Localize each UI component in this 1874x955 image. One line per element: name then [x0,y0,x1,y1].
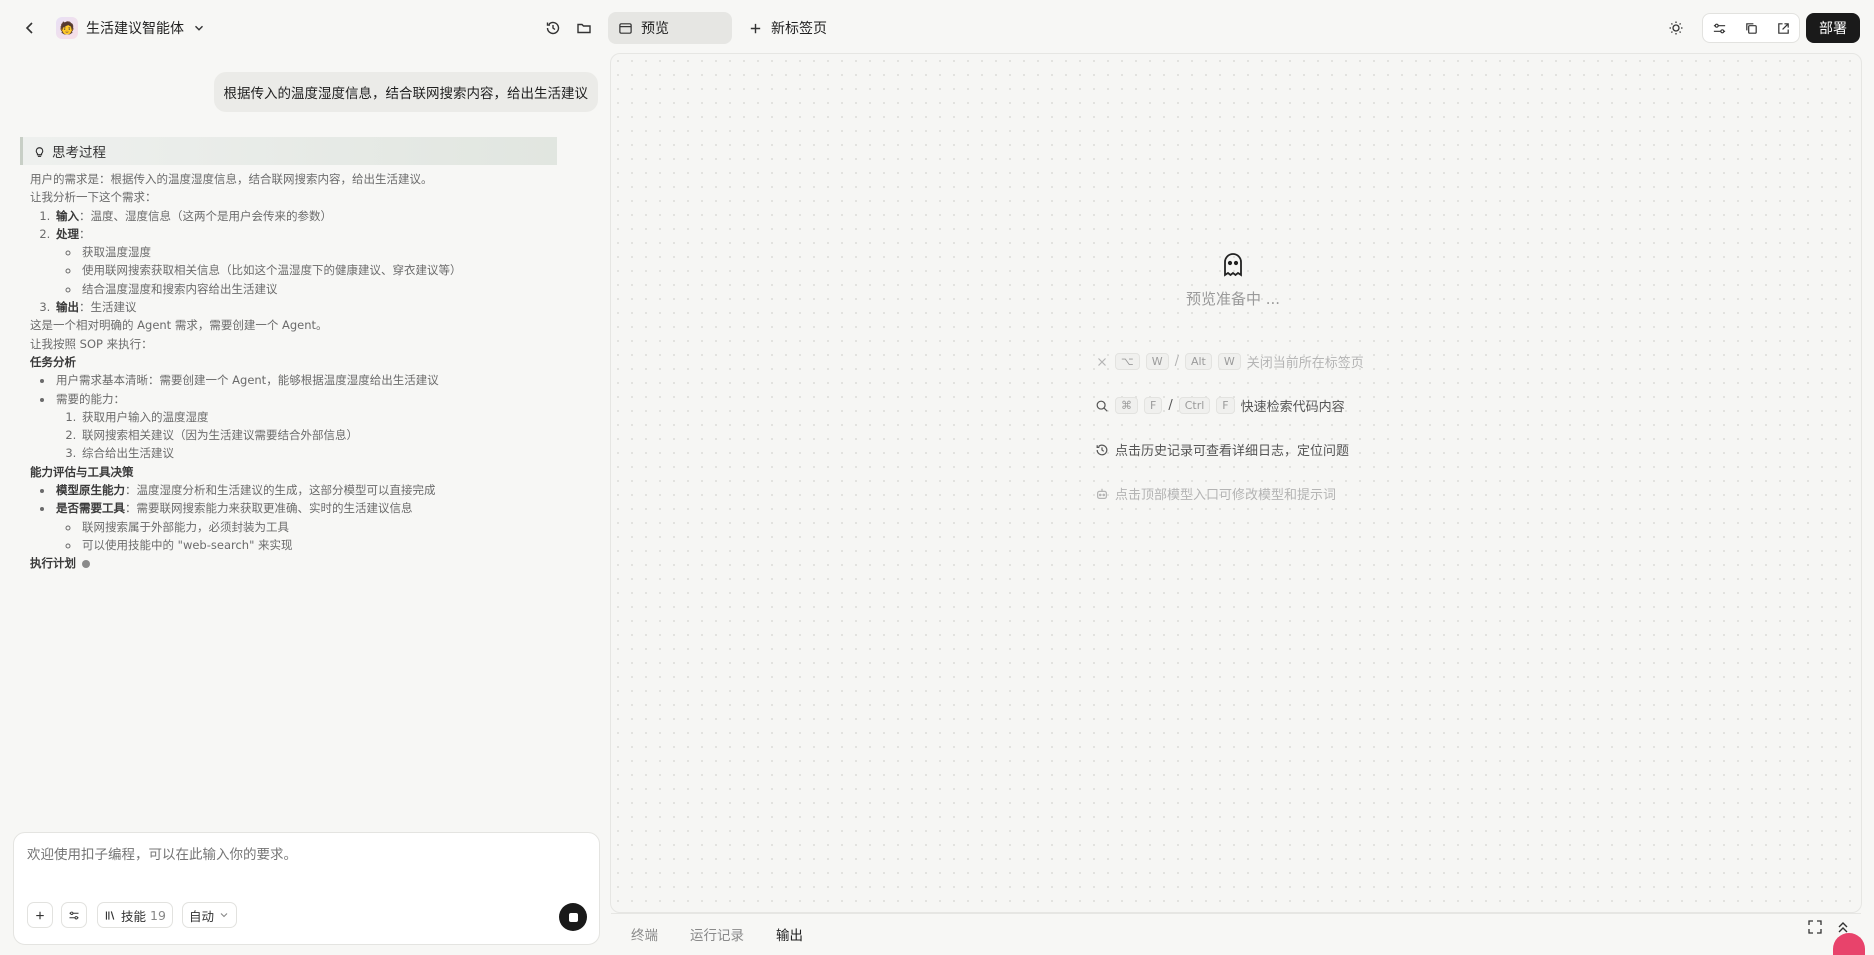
tab-output[interactable]: 输出 [776,924,803,944]
requirement-list: 输入：温度、湿度信息（这两个是用户会传来的参数） 处理： 获取温度湿度 使用联网… [30,207,570,317]
preview-status: 预览准备中 ... [1186,290,1281,308]
hint-text: 快速检索代码内容 [1240,400,1345,415]
folder-icon[interactable] [574,18,594,38]
copy-icon[interactable] [1744,21,1759,36]
list-item: 输入：温度、湿度信息（这两个是用户会传来的参数） [54,207,570,225]
loading-dot [82,559,90,568]
tab-preview-label: 预览 [641,21,669,37]
new-tab-button[interactable]: 新标签页 [748,12,827,44]
hint-text: 点击历史记录可查看详细日志，定位问题 [1115,444,1350,459]
thinking-header[interactable]: 思考过程 [20,137,557,165]
add-attachment-button[interactable] [27,902,53,928]
chevron-down-icon [220,913,228,918]
history-icon [1096,444,1108,455]
back-icon[interactable] [20,18,40,38]
stop-button[interactable] [559,903,587,931]
bottom-tabs: 终端 运行记录 输出 [611,913,1861,953]
chat-panel: 根据传入的温度湿度信息，结合联网搜索内容，给出生活建议 思考过程 用户的需求是：… [0,56,608,955]
lightbulb-icon [35,146,44,157]
list-item: 用户需求基本清晰：需要创建一个 Agent，能够根据温度湿度给出生活建议 [54,371,570,389]
mode-label: 自动 [189,908,215,924]
top-bar: 🧑 生活建议智能体 预览 新标签页 部署 [0,0,1874,56]
list-item: 综合给出生活建议 [80,444,570,462]
section-heading: 执行计划 [30,554,570,572]
ghost-icon [1224,253,1242,277]
robot-icon [1097,488,1107,499]
settings-sliders-icon[interactable] [1712,21,1727,36]
list-item: 联网搜索属于外部能力，必须封装为工具 [80,518,570,536]
chevron-down-icon [195,25,203,31]
app-name: 生活建议智能体 [86,21,184,37]
tab-run-records[interactable]: 运行记录 [690,924,744,944]
library-icon [105,910,115,920]
app-avatar-icon: 🧑 [56,17,78,39]
tab-preview[interactable]: 预览 [608,12,732,44]
list-item: 联网搜索相关建议（因为生活建议需要结合外部信息） [80,426,570,444]
hint-model: 点击顶部模型入口可修改模型和提示词 [1095,484,1336,503]
hint-close-tab: ⌥ W / Alt W 关闭当前所在标签页 [1095,352,1364,371]
thought-line: 让我按照 SOP 来执行： [30,336,153,351]
app-selector[interactable]: 🧑 生活建议智能体 [56,16,206,40]
external-link-icon[interactable] [1776,21,1791,36]
plus-icon [36,911,44,919]
skills-count: 19 [150,907,166,923]
composer: 技能 19 自动 [13,832,600,945]
fullscreen-icon[interactable] [1806,918,1824,936]
list-item: 需要的能力： 获取用户输入的温度湿度 联网搜索相关建议（因为生活建议需要结合外部… [54,390,570,463]
section-heading: 任务分析 [30,354,76,369]
browser-window-icon [619,22,632,34]
tab-terminal[interactable]: 终端 [631,924,658,944]
right-toolbar [1702,13,1800,43]
settings-button[interactable] [61,902,87,928]
section-heading: 能力评估与工具决策 [30,464,134,479]
user-message: 根据传入的温度湿度信息，结合联网搜索内容，给出生活建议 [213,72,598,112]
list-item: 获取用户输入的温度湿度 [80,408,570,426]
hint-text: 点击顶部模型入口可修改模型和提示词 [1115,488,1337,503]
history-icon[interactable] [543,18,563,38]
list-item: 是否需要工具：需要联网搜索能力来获取更准确、实时的生活建议信息 联网搜索属于外部… [54,499,570,554]
thought-line: 让我分析一下这个需求： [30,190,157,205]
task-analysis-list: 用户需求基本清晰：需要创建一个 Agent，能够根据温度湿度给出生活建议 需要的… [30,371,570,462]
new-tab-label: 新标签页 [771,21,827,37]
preview-panel [610,53,1862,913]
hint-search-code: ⌘ F / Ctrl F 快速检索代码内容 [1095,396,1345,415]
skills-label: 技能 [121,908,147,924]
hint-history: 点击历史记录可查看详细日志，定位问题 [1095,440,1349,459]
deploy-button[interactable]: 部署 [1806,13,1860,43]
thought-line: 用户的需求是：根据传入的温度湿度信息，结合联网搜索内容，给出生活建议。 [30,172,433,186]
thinking-content: 用户的需求是：根据传入的温度湿度信息，结合联网搜索内容，给出生活建议。 让我分析… [30,170,570,573]
list-item: 使用联网搜索获取相关信息（比如这个温湿度下的健康建议、穿衣建议等） [80,261,570,279]
settings-sliders-icon [69,911,79,919]
prompt-input[interactable] [27,847,587,862]
thought-line: 这是一个相对明确的 Agent 需求，需要创建一个 Agent。 [30,318,328,333]
skills-button[interactable]: 技能 19 [97,902,173,928]
list-item: 模型原生能力：温度湿度分析和生活建议的生成，这部分模型可以直接完成 [54,481,570,499]
search-icon [1096,400,1108,412]
list-item: 处理： 获取温度湿度 使用联网搜索获取相关信息（比如这个温湿度下的健康建议、穿衣… [54,225,570,298]
list-item: 结合温度湿度和搜索内容给出生活建议 [80,280,570,298]
list-item: 获取温度湿度 [80,243,570,261]
mode-select[interactable]: 自动 [182,902,238,928]
plus-icon [750,23,761,33]
thinking-title: 思考过程 [52,145,106,161]
stop-icon [568,912,578,922]
hint-text: 关闭当前所在标签页 [1246,356,1364,371]
close-icon [1098,357,1106,366]
list-item: 可以使用技能中的 "web-search" 来实现 [80,536,570,554]
capability-list: 模型原生能力：温度湿度分析和生活建议的生成，这部分模型可以直接完成 是否需要工具… [30,481,570,554]
theme-toggle-icon[interactable] [1666,18,1686,38]
list-item: 输出：生活建议 [54,298,570,316]
